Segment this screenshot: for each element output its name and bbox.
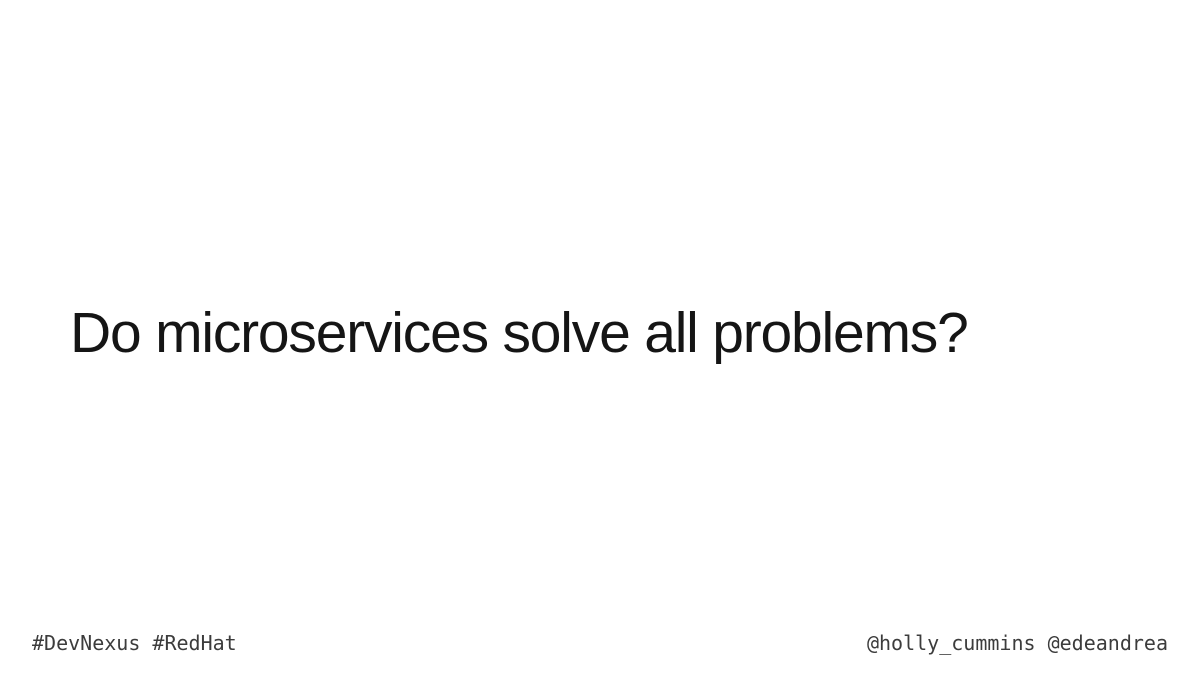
footer-hashtags: #DevNexus #RedHat	[32, 631, 237, 655]
slide-headline: Do microservices solve all problems?	[70, 301, 969, 365]
footer-handles: @holly_cummins @edeandrea	[866, 631, 1168, 655]
presentation-slide: Do microservices solve all problems? #De…	[0, 0, 1200, 675]
